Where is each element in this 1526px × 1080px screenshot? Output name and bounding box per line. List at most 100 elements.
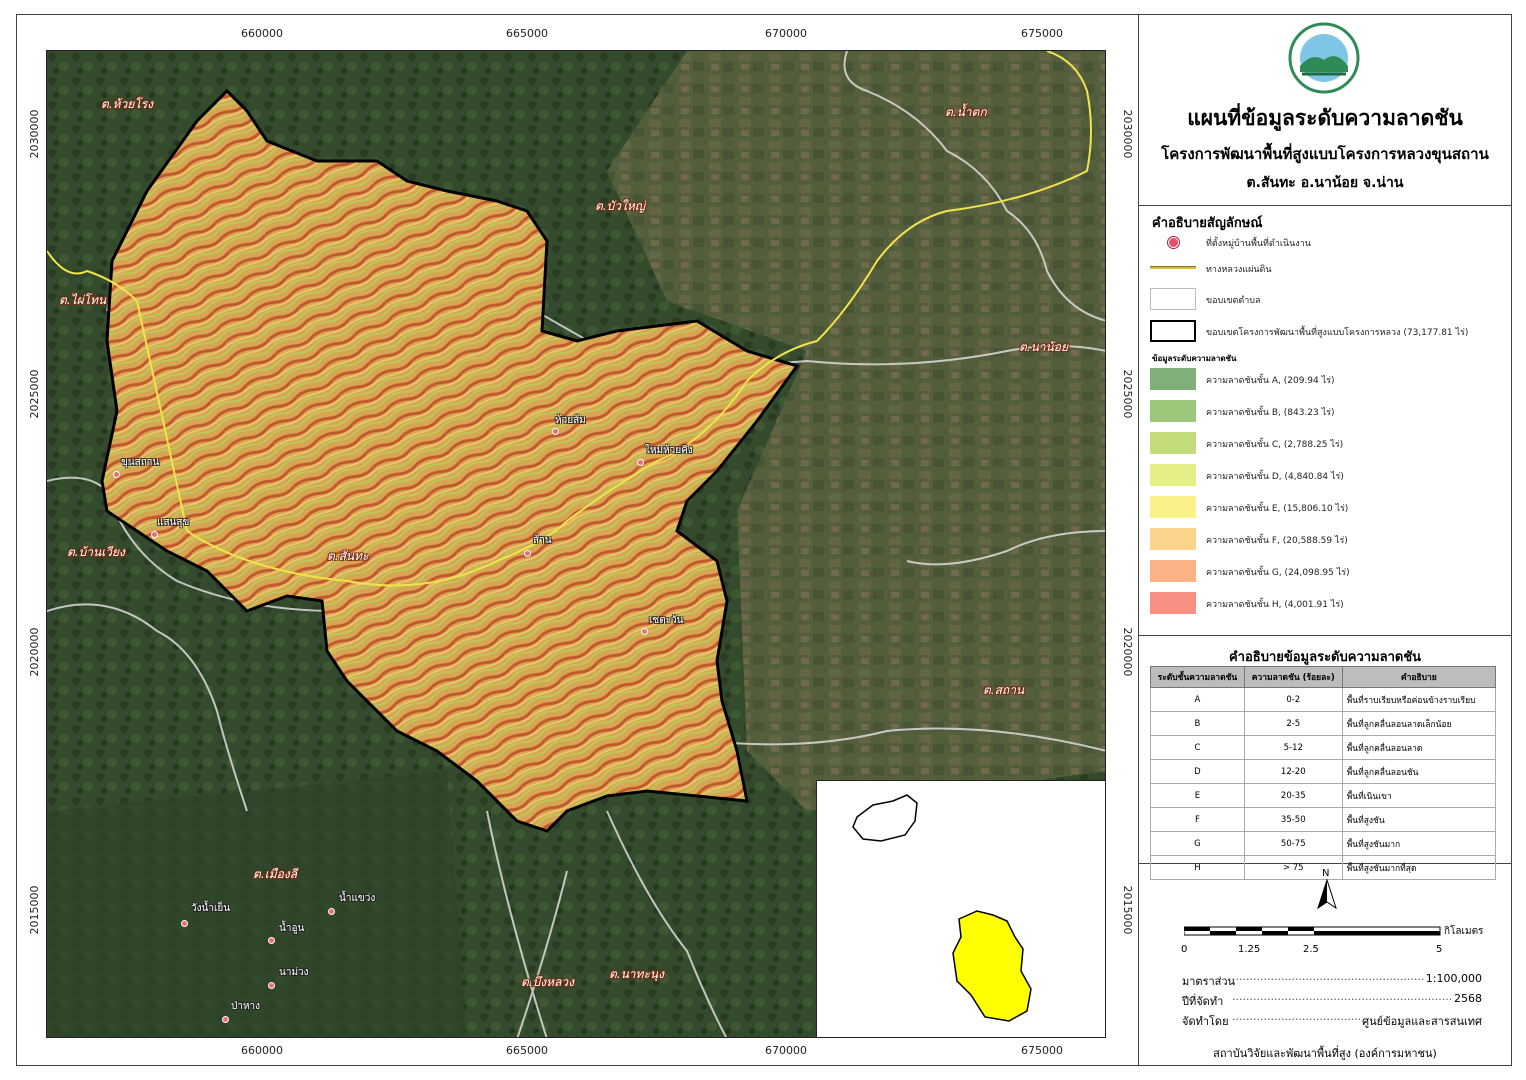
table-row: G 50-75 พื้นที่สูงชันมาก <box>1150 831 1497 856</box>
coord-right-1: 2030000 <box>1121 109 1134 159</box>
scale-label-2: 2.5 <box>1303 944 1319 955</box>
slope-table-block: คำอธิบายข้อมูลระดับความลาดชัน ระดับชั้นค… <box>1138 636 1512 880</box>
table-cell: พื้นที่ลูกคลื่นลอนชัน <box>1341 759 1497 784</box>
village-marker[interactable] <box>181 920 188 927</box>
village-label: วังน้ำเย็น <box>191 903 231 914</box>
slope-swatch <box>1150 592 1196 614</box>
label-phai-thon: ต.ไผ่โทน <box>59 293 107 307</box>
slope-swatch <box>1150 432 1196 454</box>
scale-unit: กิโลเมตร <box>1444 926 1484 937</box>
village-marker[interactable] <box>328 908 335 915</box>
table-cell: 50-75 <box>1243 831 1343 856</box>
coord-right-3: 2020000 <box>1121 627 1134 677</box>
scale-label-0: 0 <box>1181 944 1188 955</box>
village-marker[interactable] <box>151 531 158 538</box>
village-label: ขุนสถาน <box>121 457 160 468</box>
village-marker[interactable] <box>637 459 644 466</box>
coord-top-3: 670000 <box>765 27 807 40</box>
legend: คำอธิบายสัญลักษณ์ ที่ตั้งหมู่บ้านพื้นที่… <box>1138 206 1512 636</box>
coord-left-4: 2015000 <box>28 885 41 935</box>
slope-swatch <box>1150 400 1196 422</box>
village-marker[interactable] <box>268 982 275 989</box>
coord-bottom-2: 665000 <box>506 1044 548 1057</box>
table-row: F 35-50 พื้นที่สูงชัน <box>1150 807 1497 832</box>
village-marker[interactable] <box>641 628 648 635</box>
slope-class-label: ความลาดชันชั้น E, (15,806.10 ไร่) <box>1206 504 1349 514</box>
slope-class-label: ความลาดชันชั้น B, (843.23 ไร่) <box>1206 408 1335 418</box>
coord-top-2: 665000 <box>506 27 548 40</box>
inset-project-outline <box>852 794 918 842</box>
village-label: ใหม่ห้วยคิง <box>645 445 693 456</box>
project-boundary-icon <box>1150 320 1196 342</box>
table-cell: 20-35 <box>1243 783 1343 808</box>
label-bueng-luang: ต.บึงหลวง <box>521 975 574 989</box>
slope-swatch <box>1150 368 1196 390</box>
slope-swatch <box>1150 464 1196 486</box>
table-row: A 0-2 พื้นที่ราบเรียบหรือค่อนข้างราบเรียบ <box>1150 687 1497 712</box>
slope-class-label: ความลาดชันชั้น D, (4,840.84 ไร่) <box>1206 472 1344 482</box>
slope-class-label: ความลาดชันชั้น H, (4,001.91 ไร่) <box>1206 600 1344 610</box>
scale-info-block: N 0 1.25 2.5 5 กิโลเมตร มาตราส่วน ......… <box>1138 864 1512 1066</box>
table-cell: 5-12 <box>1243 735 1343 760</box>
scale-label-3: 5 <box>1436 944 1443 955</box>
coord-top-4: 675000 <box>1021 27 1063 40</box>
village-marker[interactable] <box>113 471 120 478</box>
table-header: ระดับชั้นความลาดชัน <box>1150 666 1245 688</box>
north-label: N <box>1322 868 1330 879</box>
coord-bottom-1: 660000 <box>241 1044 283 1057</box>
table-cell: 35-50 <box>1243 807 1343 832</box>
coord-right-2: 2025000 <box>1121 369 1134 419</box>
table-cell: พื้นที่ราบเรียบหรือค่อนข้างราบเรียบ <box>1341 687 1497 712</box>
label-sathan: ต.สถาน <box>983 683 1025 697</box>
institute-name: สถาบันวิจัยและพัฒนาพื้นที่สูง (องค์การมห… <box>1213 1047 1437 1060</box>
label-bua-yai: ต.บัวใหญ่ <box>595 199 645 213</box>
village-label: แสนสุข <box>157 517 190 528</box>
scale-label-1: 1.25 <box>1238 944 1261 955</box>
village-marker[interactable] <box>222 1016 229 1023</box>
village-marker[interactable] <box>524 550 531 557</box>
table-cell: พื้นที่เนินเขา <box>1341 783 1497 808</box>
slope-table-title: คำอธิบายข้อมูลระดับความลาดชัน <box>1228 650 1422 665</box>
table-cell: A <box>1150 687 1245 712</box>
table-cell: C <box>1150 735 1245 760</box>
village-label: ห้วยส้ม <box>555 415 586 426</box>
table-cell: พื้นที่สูงชันมาก <box>1341 831 1497 856</box>
table-cell: E <box>1150 783 1245 808</box>
table-cell: F <box>1150 807 1245 832</box>
table-cell: 12-20 <box>1243 759 1343 784</box>
table-row: C 5-12 พื้นที่ลูกคลื่นลอนลาด <box>1150 735 1497 760</box>
legend-title: คำอธิบายสัญลักษณ์ <box>1152 216 1263 231</box>
inset-map <box>816 780 1106 1038</box>
map-subtitle: โครงการพัฒนาพื้นที่สูงแบบโครงการหลวงขุนส… <box>1161 145 1489 163</box>
table-header: ความลาดชัน (ร้อยละ) <box>1243 666 1343 688</box>
table-cell: 0-2 <box>1243 687 1343 712</box>
village-marker[interactable] <box>552 428 559 435</box>
coord-left-2: 2025000 <box>28 369 41 419</box>
table-row: D 12-20 พื้นที่ลูกคลื่นลอนชัน <box>1150 759 1497 784</box>
slope-class-label: ความลาดชันชั้น G, (24,098.95 ไร่) <box>1206 568 1350 578</box>
table-cell: พื้นที่ลูกคลื่นลอนลาดเล็กน้อย <box>1341 711 1497 736</box>
village-label: น้ำแขว่ง <box>339 893 376 904</box>
coord-bottom-4: 675000 <box>1021 1044 1063 1057</box>
village-marker[interactable] <box>268 937 275 944</box>
scale-bar <box>1184 926 1441 936</box>
village-marker-icon <box>1150 234 1196 256</box>
map-title: แผนที่ข้อมูลระดับความลาดชัน <box>1187 106 1463 130</box>
slope-swatch <box>1150 560 1196 582</box>
slope-swatch <box>1150 528 1196 550</box>
institute-logo-icon <box>1288 22 1360 94</box>
label-nam-tok: ต.น้ำตก <box>945 105 987 119</box>
coord-bottom-3: 670000 <box>765 1044 807 1057</box>
table-cell: D <box>1150 759 1245 784</box>
coord-left-3: 2020000 <box>28 627 41 677</box>
coord-right-4: 2015000 <box>1121 885 1134 935</box>
map-location: ต.สันทะ อ.นาน้อย จ.น่าน <box>1246 175 1404 191</box>
table-cell: พื้นที่สูงชัน <box>1341 807 1497 832</box>
village-label: ส้าน <box>533 535 552 546</box>
table-cell: G <box>1150 831 1245 856</box>
village-label: นาม่วง <box>279 967 309 978</box>
label-ban-wiang: ต.บ้านเวียง <box>67 545 125 559</box>
inset-province-shape <box>952 910 1032 1022</box>
label-mueang-li: ต.เมืองลี <box>253 867 298 881</box>
subdistrict-boundary-icon <box>1150 288 1196 310</box>
